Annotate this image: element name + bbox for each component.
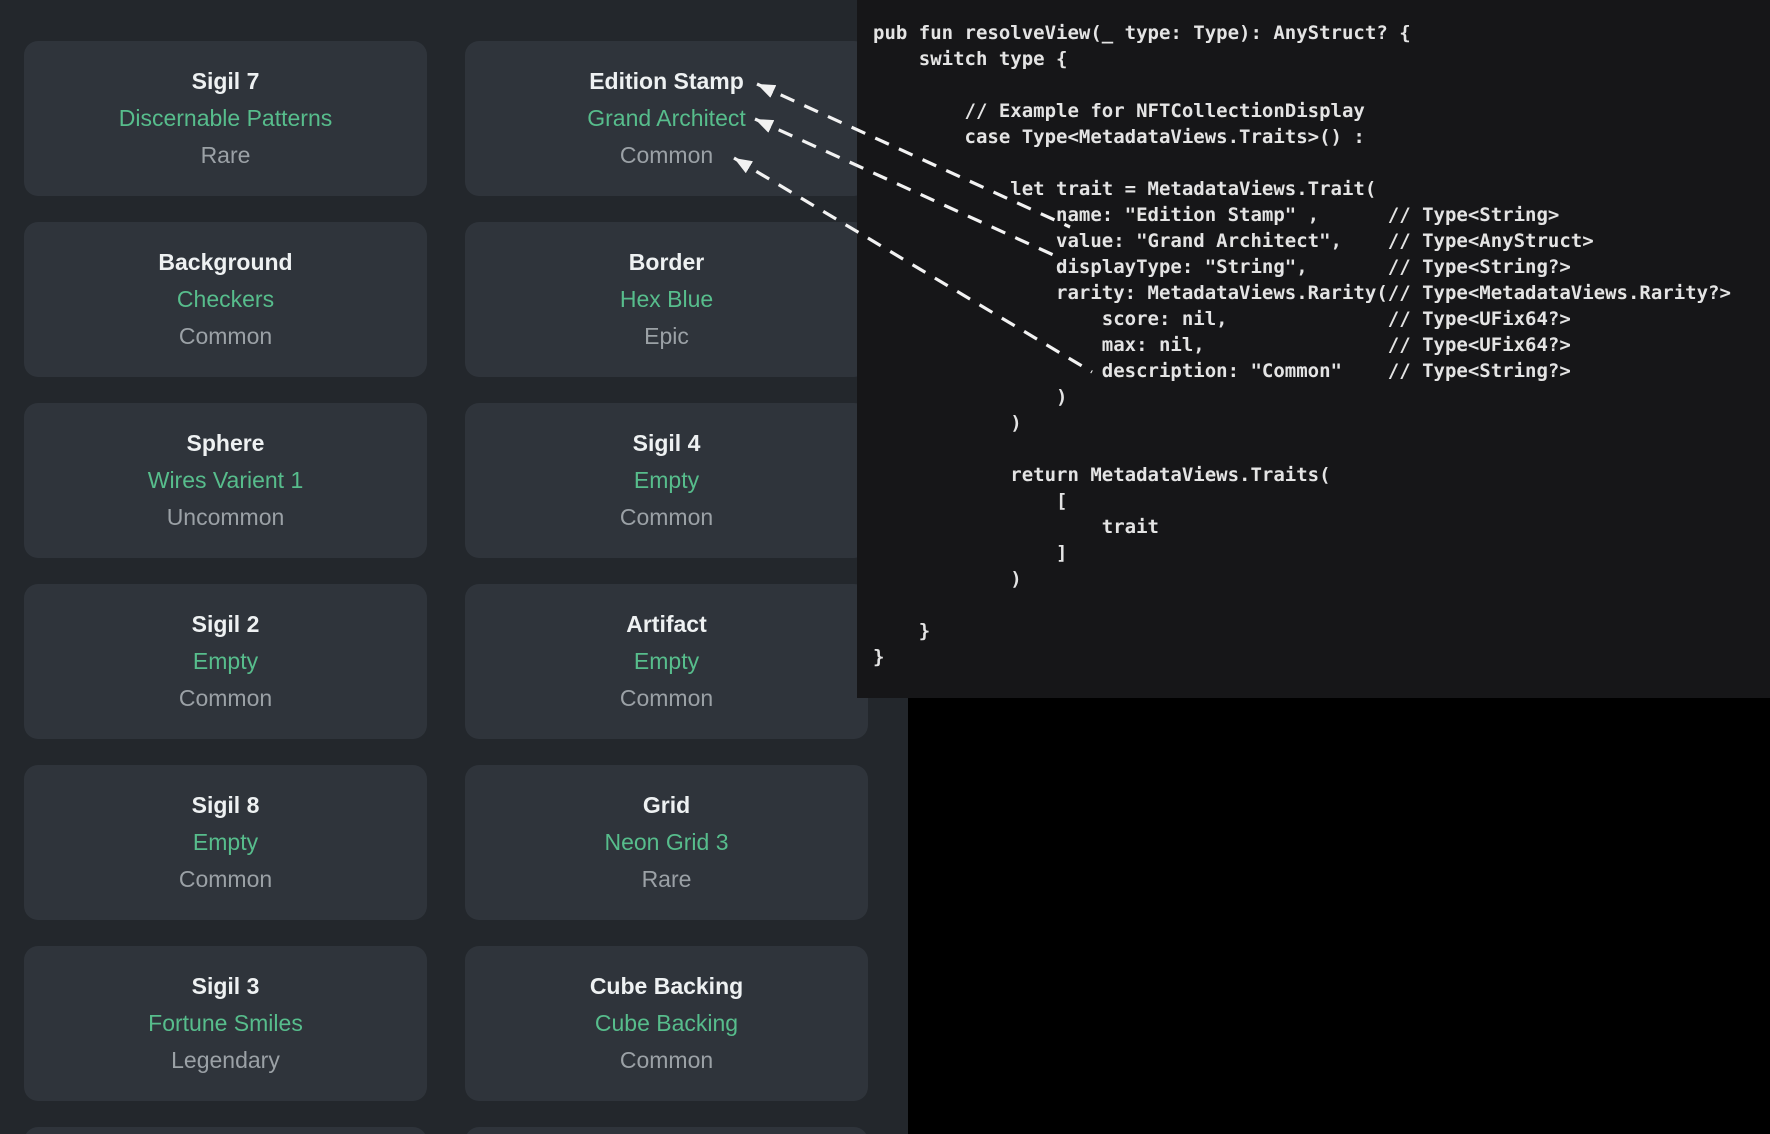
trait-value: Fortune Smiles bbox=[148, 1005, 303, 1042]
trait-rarity: Common bbox=[620, 680, 713, 717]
trait-rarity: Rare bbox=[642, 861, 692, 898]
trait-rarity: Common bbox=[179, 861, 272, 898]
trait-value: Empty bbox=[193, 824, 258, 861]
trait-value: Cube Backing bbox=[595, 1005, 738, 1042]
trait-card-artifact[interactable]: Artifact Empty Common bbox=[465, 584, 868, 739]
trait-name: Sigil 7 bbox=[192, 63, 260, 100]
trait-value: Grand Architect bbox=[587, 100, 746, 137]
trait-card-border[interactable]: Border Hex Blue Epic bbox=[465, 222, 868, 377]
trait-rarity: Epic bbox=[644, 318, 689, 355]
trait-card-cube-backing[interactable]: Cube Backing Cube Backing Common bbox=[465, 946, 868, 1101]
trait-value: Hex Blue bbox=[620, 281, 713, 318]
trait-value: Wires Varient 1 bbox=[148, 462, 304, 499]
trait-name: Sigil 2 bbox=[192, 606, 260, 643]
trait-name: Sphere bbox=[187, 425, 265, 462]
trait-card-grid[interactable]: Grid Neon Grid 3 Rare bbox=[465, 765, 868, 920]
cadence-code-panel: pub fun resolveView(_ type: Type): AnySt… bbox=[857, 0, 1770, 698]
trait-value: Empty bbox=[634, 643, 699, 680]
resolve-view-code: pub fun resolveView(_ type: Type): AnySt… bbox=[857, 0, 1770, 670]
nft-traits-page: Sigil 7 Discernable Patterns Rare Editio… bbox=[0, 0, 908, 1134]
trait-card-sliver bbox=[465, 1127, 868, 1134]
trait-name: Grid bbox=[643, 787, 690, 824]
trait-rarity: Legendary bbox=[171, 1042, 280, 1079]
trait-card-sigil-7[interactable]: Sigil 7 Discernable Patterns Rare bbox=[24, 41, 427, 196]
trait-value: Checkers bbox=[177, 281, 274, 318]
trait-value: Empty bbox=[193, 643, 258, 680]
trait-card-sphere[interactable]: Sphere Wires Varient 1 Uncommon bbox=[24, 403, 427, 558]
trait-rarity: Common bbox=[620, 1042, 713, 1079]
trait-rarity: Common bbox=[179, 680, 272, 717]
trait-value: Empty bbox=[634, 462, 699, 499]
trait-card-edition-stamp[interactable]: Edition Stamp Grand Architect Common bbox=[465, 41, 868, 196]
trait-name: Border bbox=[629, 244, 704, 281]
trait-name: Edition Stamp bbox=[589, 63, 744, 100]
trait-name: Cube Backing bbox=[590, 968, 743, 1005]
trait-name: Artifact bbox=[626, 606, 707, 643]
trait-name: Background bbox=[158, 244, 292, 281]
trait-name: Sigil 3 bbox=[192, 968, 260, 1005]
screenshot-root: Sigil 7 Discernable Patterns Rare Editio… bbox=[0, 0, 1770, 1134]
trait-rarity: Common bbox=[620, 499, 713, 536]
trait-value: Discernable Patterns bbox=[119, 100, 333, 137]
trait-card-background[interactable]: Background Checkers Common bbox=[24, 222, 427, 377]
traits-grid: Sigil 7 Discernable Patterns Rare Editio… bbox=[24, 41, 868, 1134]
trait-name: Sigil 8 bbox=[192, 787, 260, 824]
trait-card-sliver bbox=[24, 1127, 427, 1134]
trait-rarity: Common bbox=[620, 137, 713, 174]
trait-card-sigil-4[interactable]: Sigil 4 Empty Common bbox=[465, 403, 868, 558]
trait-card-sigil-8[interactable]: Sigil 8 Empty Common bbox=[24, 765, 427, 920]
trait-card-sigil-2[interactable]: Sigil 2 Empty Common bbox=[24, 584, 427, 739]
trait-rarity: Uncommon bbox=[167, 499, 285, 536]
trait-value: Neon Grid 3 bbox=[604, 824, 728, 861]
trait-rarity: Rare bbox=[201, 137, 251, 174]
trait-name: Sigil 4 bbox=[633, 425, 701, 462]
trait-rarity: Common bbox=[179, 318, 272, 355]
trait-card-sigil-3[interactable]: Sigil 3 Fortune Smiles Legendary bbox=[24, 946, 427, 1101]
